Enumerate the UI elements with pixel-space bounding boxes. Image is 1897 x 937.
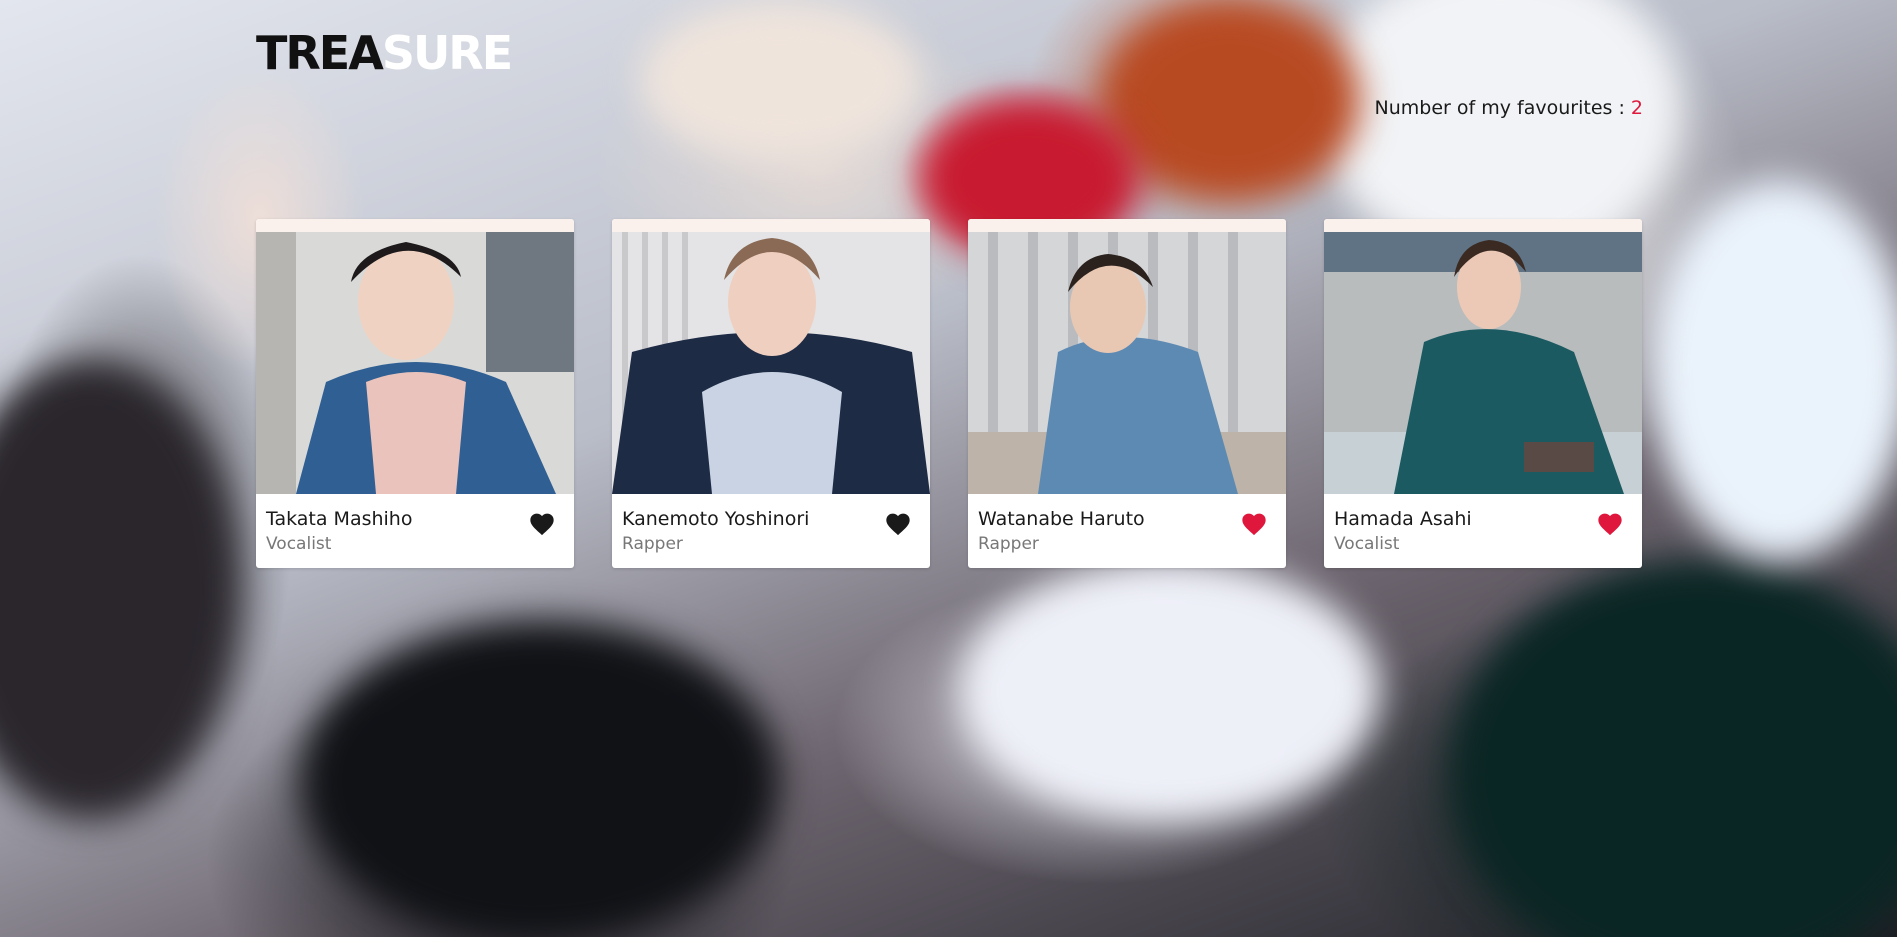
favourite-button[interactable] xyxy=(528,510,556,536)
member-info: Hamada Asahi Vocalist xyxy=(1324,494,1642,554)
member-card: Watanabe Haruto Rapper xyxy=(968,219,1286,568)
member-role: Rapper xyxy=(978,533,1039,554)
logo-part-dark: TREA xyxy=(256,26,384,80)
favourites-counter: Number of my favourites : 2 xyxy=(1375,97,1643,119)
heart-icon xyxy=(530,513,554,536)
member-card: Kanemoto Yoshinori Rapper xyxy=(612,219,930,568)
member-info: Takata Mashiho Vocalist xyxy=(256,494,574,554)
card-top-strip xyxy=(968,219,1286,232)
member-card-list: Takata Mashiho Vocalist Kanemoto Yoshino… xyxy=(256,219,1642,568)
member-name: Kanemoto Yoshinori xyxy=(622,508,810,530)
heart-icon xyxy=(1598,513,1622,536)
member-role: Vocalist xyxy=(1334,533,1400,554)
favourite-button[interactable] xyxy=(884,510,912,536)
heart-icon xyxy=(1242,513,1266,536)
member-card: Takata Mashiho Vocalist xyxy=(256,219,574,568)
member-name: Hamada Asahi xyxy=(1334,508,1472,530)
logo-part-light: SURE xyxy=(381,26,513,80)
member-name: Watanabe Haruto xyxy=(978,508,1145,530)
heart-icon xyxy=(886,513,910,536)
member-photo xyxy=(968,232,1286,494)
favourite-button[interactable] xyxy=(1596,510,1624,536)
member-role: Rapper xyxy=(622,533,683,554)
favourites-label: Number of my favourites : xyxy=(1374,97,1631,119)
card-top-strip xyxy=(1324,219,1642,232)
card-top-strip xyxy=(612,219,930,232)
member-role: Vocalist xyxy=(266,533,332,554)
favourites-count: 2 xyxy=(1630,97,1643,119)
favourite-button[interactable] xyxy=(1240,510,1268,536)
member-card: Hamada Asahi Vocalist xyxy=(1324,219,1642,568)
member-photo xyxy=(1324,232,1642,494)
member-info: Watanabe Haruto Rapper xyxy=(968,494,1286,554)
member-photo xyxy=(612,232,930,494)
member-info: Kanemoto Yoshinori Rapper xyxy=(612,494,930,554)
card-top-strip xyxy=(256,219,574,232)
member-name: Takata Mashiho xyxy=(266,508,413,530)
brand-logo: TREASURE xyxy=(256,30,513,76)
member-photo xyxy=(256,232,574,494)
